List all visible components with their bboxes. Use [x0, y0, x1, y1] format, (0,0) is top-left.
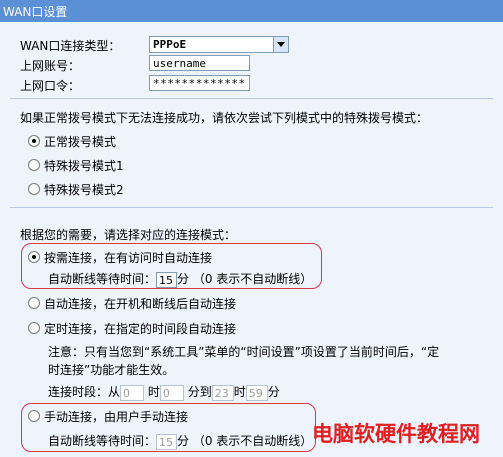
- window-title: WAN口设置: [3, 4, 68, 19]
- watermark: 电脑软硬件教程网: [312, 422, 480, 446]
- connect-timed-label: 定时连接，在指定的时间段自动连接: [44, 322, 237, 336]
- timed-hour-label2: 时: [233, 385, 246, 399]
- timed-to-min-input[interactable]: 59: [245, 384, 268, 401]
- manual-idle-row: 自动断线等待时间： 15 分 （0 表示不自动断线）: [48, 432, 312, 450]
- timed-from-hour-input[interactable]: 0: [120, 384, 145, 401]
- connect-manual-label: 手动连接，由用户手动连接: [44, 410, 189, 424]
- dial-mode-special1-radio[interactable]: [28, 159, 40, 171]
- manual-idle-label: 自动断线等待时间：: [48, 434, 157, 448]
- dial-mode-special1-label: 特殊拨号模式1: [44, 159, 124, 173]
- dial-mode-special2-radio[interactable]: [28, 183, 40, 195]
- on-demand-idle-note: （0 表示不自动断线）: [192, 272, 313, 286]
- chevron-down-icon[interactable]: [273, 37, 288, 52]
- dial-prompt: 如果正常拨号模式下无法连接成功，请依次尝试下列模式中的特殊拨号模式：: [20, 111, 429, 125]
- connect-on-demand-radio[interactable]: [28, 251, 40, 263]
- connect-on-demand-label: 按需连接，在有访问时自动连接: [44, 251, 213, 265]
- timed-note-line1: 注意：只有当您到“系统工具”菜单的“时间设置”项设置了当前时间后，“定: [48, 345, 440, 359]
- divider: [10, 207, 493, 208]
- account-label: 上网账号：: [20, 59, 81, 73]
- dial-mode-normal-radio[interactable]: [28, 135, 40, 147]
- dial-mode-special2-label: 特殊拨号模式2: [44, 183, 124, 197]
- timed-to-hour-input[interactable]: 23: [211, 384, 234, 401]
- password-input[interactable]: *************: [149, 75, 250, 91]
- account-input[interactable]: username: [149, 55, 250, 71]
- timed-period-label: 连接时段：从: [48, 385, 121, 399]
- conn-type-label: WAN口连接类型：: [20, 39, 121, 53]
- dial-mode-normal-label: 正常拨号模式: [44, 135, 117, 149]
- on-demand-idle-unit: 分: [177, 272, 190, 286]
- timed-min-label: 分: [267, 385, 280, 399]
- divider: [10, 98, 493, 99]
- timed-period-row: 连接时段：从 0 时0 分到 23 时 59 分: [48, 383, 280, 401]
- conn-type-value: PPPoE: [153, 38, 187, 51]
- on-demand-idle-row: 自动断线等待时间： 15 分 （0 表示不自动断线）: [48, 270, 312, 288]
- connect-auto-radio[interactable]: [28, 297, 40, 309]
- connect-auto-label: 自动连接，在开机和断线后自动连接: [44, 297, 237, 311]
- conn-type-select[interactable]: PPPoE: [149, 36, 289, 53]
- connect-prompt: 根据您的需要，请选择对应的连接模式：: [20, 228, 237, 242]
- connect-timed-radio[interactable]: [28, 322, 40, 334]
- password-label: 上网口令：: [20, 79, 81, 93]
- timed-note-line2: 时连接”功能才能生效。: [48, 363, 175, 377]
- timed-to-label: 分到: [187, 385, 212, 399]
- manual-idle-input[interactable]: 15: [156, 433, 178, 450]
- window-titlebar: WAN口设置: [0, 0, 503, 23]
- on-demand-idle-label: 自动断线等待时间：: [48, 272, 157, 286]
- on-demand-idle-input[interactable]: 15: [156, 271, 178, 288]
- timed-hour-label: 时: [147, 385, 160, 399]
- timed-from-min-input[interactable]: 0: [159, 384, 184, 401]
- manual-idle-note: （0 表示不自动断线）: [192, 434, 313, 448]
- manual-idle-unit: 分: [177, 434, 190, 448]
- connect-manual-radio[interactable]: [28, 410, 40, 422]
